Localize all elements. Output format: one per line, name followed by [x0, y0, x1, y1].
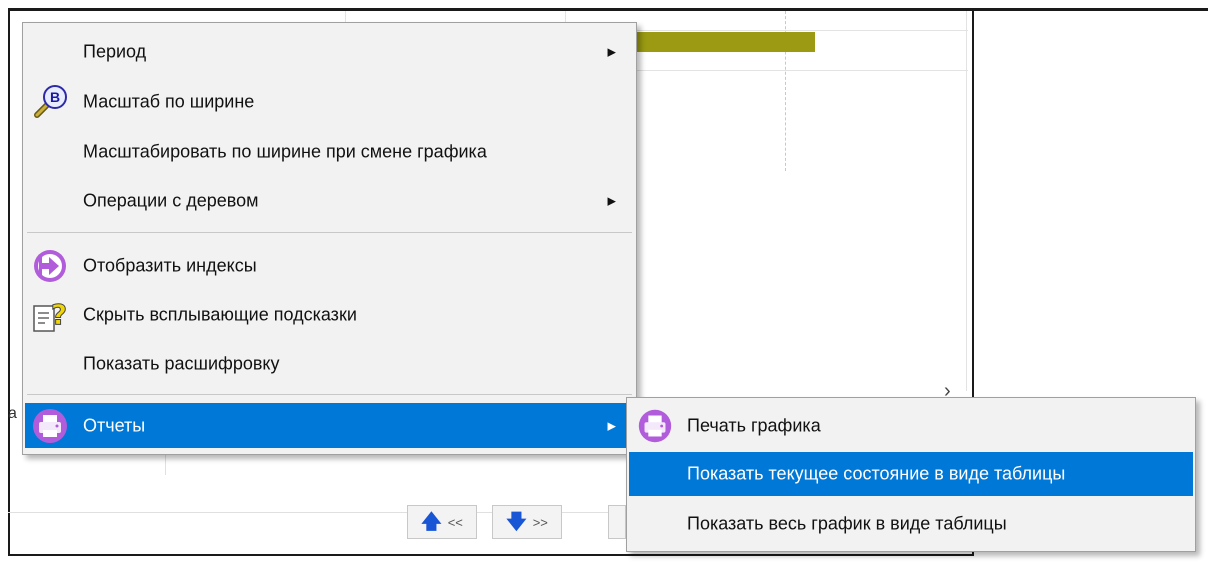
- menu-item-label: Показать текущее состояние в виде таблиц…: [687, 463, 1066, 484]
- reports-submenu: Печать графика Показать текущее состояни…: [626, 397, 1196, 552]
- menu-item-full-chart-table[interactable]: Показать весь график в виде таблицы: [629, 502, 1193, 546]
- arrow-circle-icon: [34, 250, 66, 282]
- menu-item-label: Отобразить индексы: [83, 255, 257, 276]
- menu-item-fit-width[interactable]: B Масштаб по ширине: [25, 80, 634, 124]
- menu-item-show-indexes[interactable]: Отобразить индексы: [25, 244, 634, 288]
- menu-item-print-chart[interactable]: Печать графика: [629, 404, 1193, 448]
- submenu-arrow-icon: ▶: [607, 195, 616, 208]
- grid-line: [632, 70, 968, 71]
- menu-item-fit-width-on-change[interactable]: Масштабировать по ширине при смене графи…: [25, 130, 634, 174]
- submenu-arrow-icon: ▶: [607, 46, 616, 59]
- printer-icon: [33, 408, 67, 443]
- menu-item-label: Масштабировать по ширине при смене графи…: [83, 141, 487, 162]
- menu-item-period[interactable]: Период ▶: [25, 30, 634, 74]
- menu-separator: [27, 232, 632, 233]
- grid-line: [966, 11, 967, 391]
- arrow-up-icon: 🡅: [421, 511, 442, 533]
- document-question-icon: ?: [33, 298, 68, 332]
- menu-item-reports[interactable]: Отчеты ▶: [25, 403, 634, 448]
- menu-item-hide-tooltips[interactable]: ? Скрыть всплывающие подсказки: [25, 293, 634, 337]
- context-menu: Период ▶ B Масштаб по ширине Масштабиров…: [22, 22, 637, 455]
- menu-item-label: Показать весь график в виде таблицы: [687, 513, 1007, 534]
- menu-item-current-state-table[interactable]: Показать текущее состояние в виде таблиц…: [629, 452, 1193, 496]
- menu-item-label: Скрыть всплывающие подсказки: [83, 304, 357, 325]
- menu-item-label: Операции с деревом: [83, 190, 259, 211]
- printer-icon: [638, 409, 672, 443]
- svg-text:?: ?: [51, 298, 67, 331]
- menu-item-show-breakdown[interactable]: Показать расшифровку: [25, 342, 634, 386]
- window-top-border: [8, 8, 1208, 11]
- submenu-arrow-icon: ▶: [607, 420, 616, 432]
- next-button-label: >>: [532, 514, 548, 530]
- prev-button[interactable]: 🡅 <<: [407, 505, 477, 539]
- arrow-down-icon: 🡇: [506, 511, 527, 533]
- svg-text:B: B: [50, 89, 60, 105]
- gantt-bar[interactable]: [632, 32, 815, 52]
- menu-item-label: Масштаб по ширине: [83, 91, 255, 112]
- menu-item-tree-operations[interactable]: Операции с деревом ▶: [25, 179, 634, 223]
- menu-item-label: Печать графика: [687, 415, 821, 436]
- grid-line: [632, 30, 968, 31]
- menu-item-label: Период: [83, 41, 147, 62]
- prev-button-label: <<: [447, 514, 463, 530]
- next-button[interactable]: 🡇 >>: [492, 505, 562, 539]
- menu-item-label: Отчеты: [83, 415, 146, 435]
- toolbar-button[interactable]: [608, 505, 626, 539]
- menu-separator: [27, 394, 632, 395]
- magnifier-b-icon: B: [34, 85, 67, 118]
- menu-item-label: Показать расшифровку: [83, 353, 280, 374]
- clipped-text: a: [8, 405, 17, 422]
